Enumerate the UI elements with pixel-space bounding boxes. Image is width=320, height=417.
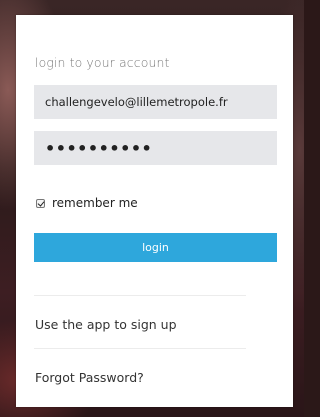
password-field[interactable]: ••••••••••	[34, 131, 277, 165]
forgot-password-link[interactable]: Forgot Password?	[35, 370, 144, 385]
login-button[interactable]: login	[34, 233, 277, 262]
remember-me[interactable]: remember me	[36, 196, 138, 210]
login-card: login to your account •••••••••• remembe…	[16, 15, 293, 407]
remember-me-label: remember me	[52, 196, 138, 210]
divider	[34, 348, 246, 349]
remember-me-checkbox[interactable]	[36, 198, 45, 208]
signup-link[interactable]: Use the app to sign up	[35, 317, 177, 332]
login-heading: login to your account	[35, 55, 170, 70]
divider	[34, 295, 246, 296]
email-field[interactable]	[34, 85, 277, 119]
